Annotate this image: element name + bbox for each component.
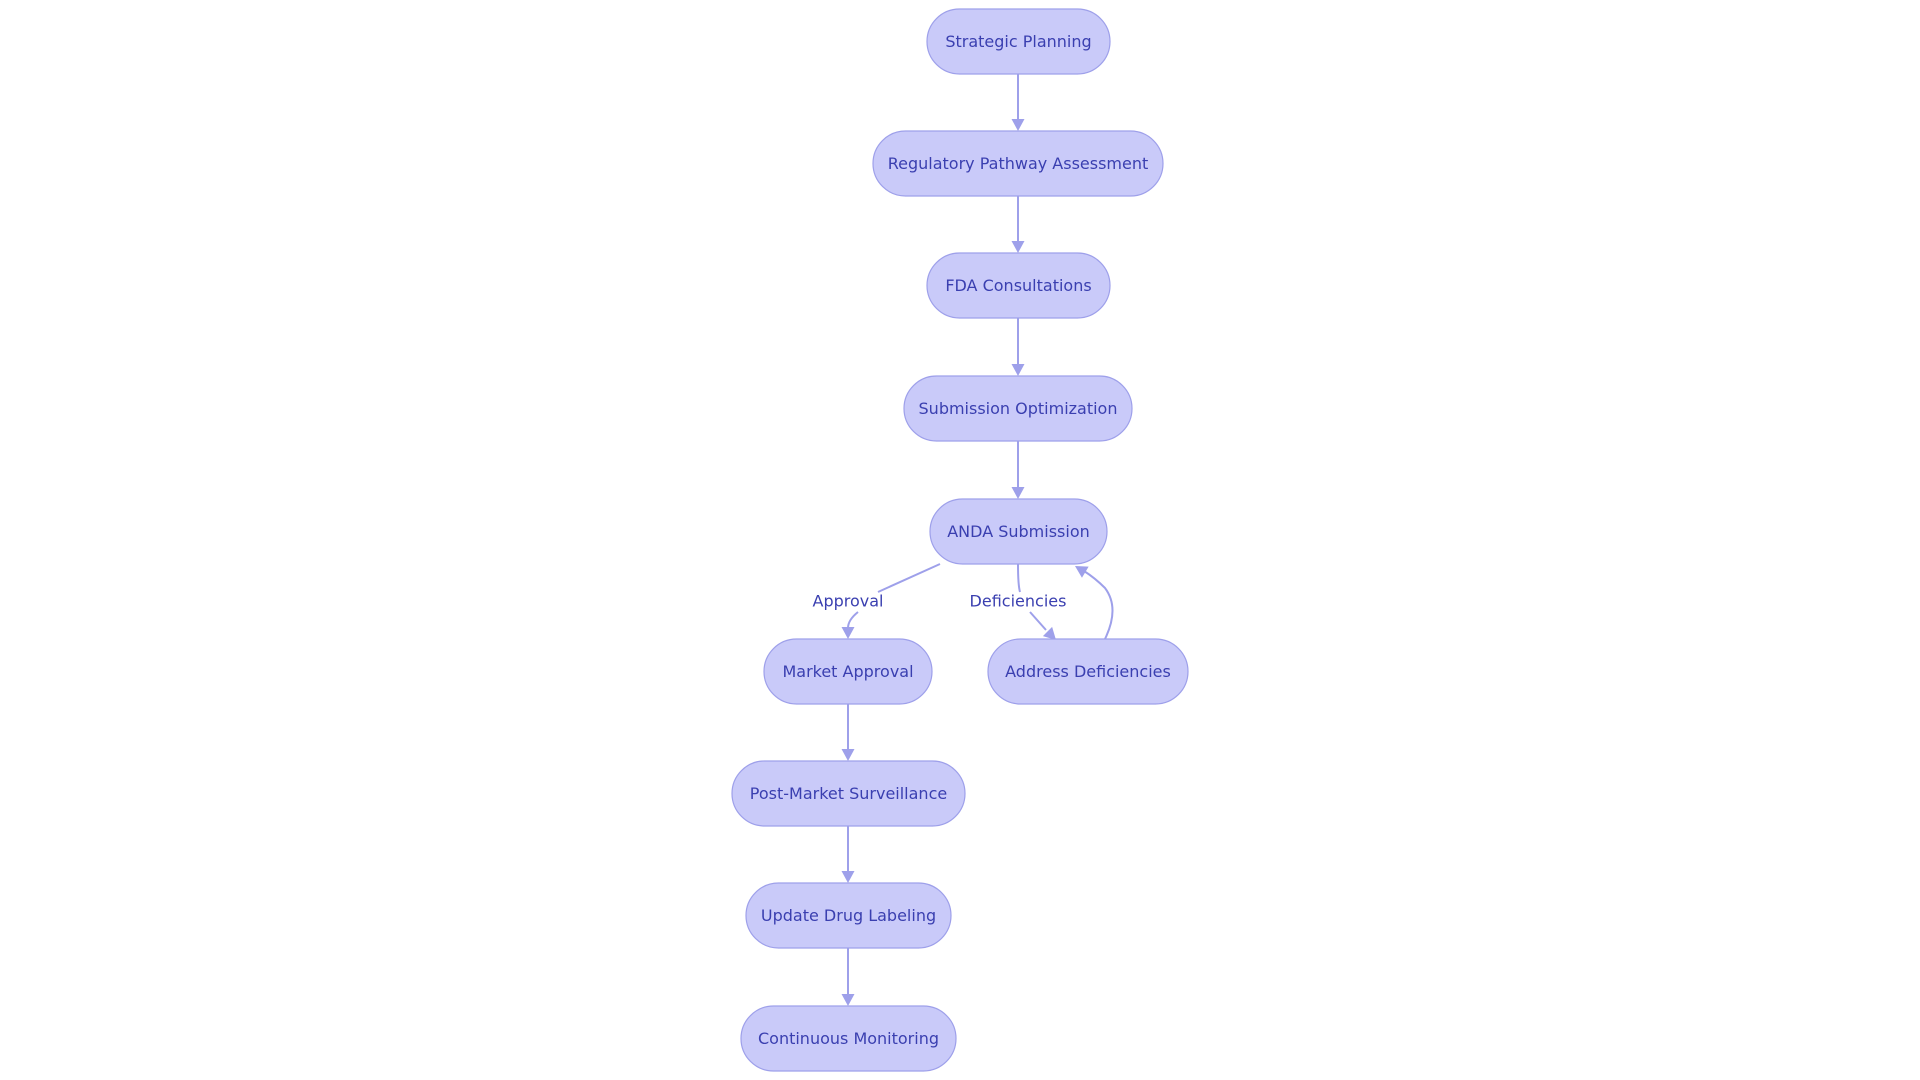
node-monitoring[interactable]: Continuous Monitoring [740,1005,957,1072]
edge-regulatory-to-fda [1011,196,1025,253]
flowchart: Strategic Planning Regulatory Pathway Ass… [731,8,1189,1072]
node-labeling[interactable]: Update Drug Labeling [745,882,952,949]
node-regulatory[interactable]: Regulatory Pathway Assessment [872,130,1164,197]
edge-fda-to-submission-opt [1011,318,1025,376]
node-label: Submission Optimization [919,399,1118,418]
node-label: FDA Consultations [945,276,1091,295]
arrowhead-icon [1011,119,1025,131]
node-label: Continuous Monitoring [758,1029,939,1048]
edge-address-to-anda [1075,566,1114,640]
node-label: Address Deficiencies [1005,662,1171,681]
node-anda[interactable]: ANDA Submission [929,498,1108,565]
edge-strategic-to-regulatory [1011,74,1025,131]
arrowhead-icon [1011,241,1025,253]
node-label: Update Drug Labeling [761,906,936,925]
edge-label-text: Approval [813,592,884,611]
node-label: Regulatory Pathway Assessment [888,154,1149,173]
arrowhead-icon [1011,364,1025,376]
arrowhead-icon [1011,487,1025,499]
edge-label-deficiencies: Deficiencies [970,592,1067,611]
arrowhead-icon [841,627,855,639]
node-label: Strategic Planning [945,32,1091,51]
edge-labels-layer: Approval Deficiencies [813,592,1067,611]
node-strategic[interactable]: Strategic Planning [926,8,1111,75]
edge-submission-opt-to-anda [1011,441,1025,499]
node-submission-opt[interactable]: Submission Optimization [903,375,1133,442]
edge-line [1083,570,1114,640]
node-postmarket[interactable]: Post-Market Surveillance [731,760,966,827]
node-address[interactable]: Address Deficiencies [987,638,1189,705]
node-label: ANDA Submission [947,522,1090,541]
edge-labeling-to-monitoring [841,948,855,1006]
nodes-layer: Strategic Planning Regulatory Pathway Ass… [731,8,1189,1072]
node-market[interactable]: Market Approval [763,638,933,705]
edge-label-approval: Approval [813,592,884,611]
node-fda[interactable]: FDA Consultations [926,252,1111,319]
edge-label-text: Deficiencies [970,592,1067,611]
arrowhead-icon [841,994,855,1006]
edge-postmarket-to-labeling [841,826,855,883]
node-label: Post-Market Surveillance [750,784,947,803]
edge-market-to-postmarket [841,704,855,761]
node-label: Market Approval [782,662,913,681]
arrowhead-icon [841,749,855,761]
arrowhead-icon [841,871,855,883]
